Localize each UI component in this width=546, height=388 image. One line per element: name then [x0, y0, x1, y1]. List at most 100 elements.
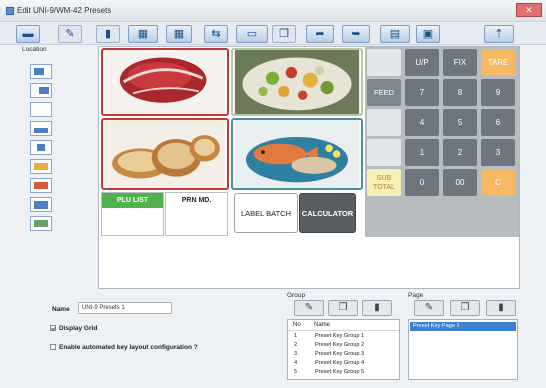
fix-key[interactable]: FIX	[443, 49, 477, 76]
preview-button[interactable]: ▣	[416, 25, 440, 43]
location-center-button[interactable]	[30, 140, 52, 155]
save-icon: ▬	[22, 28, 34, 40]
new-document-icon: ❐	[338, 302, 348, 313]
upload-button[interactable]: ⇡	[484, 25, 514, 43]
location-fill-button[interactable]	[30, 197, 52, 212]
location-fill-icon	[34, 201, 48, 209]
feed-key[interactable]: FEED	[367, 79, 401, 106]
location-image-top-button[interactable]	[30, 159, 52, 174]
numpad-key-0[interactable]: 0	[405, 169, 439, 196]
import-arrow-icon: ➥	[351, 28, 361, 40]
group-list[interactable]: No Name 1 Preset Key Group 1 2 Preset Key …	[287, 319, 400, 380]
location-image-bottom-icon	[34, 182, 48, 189]
numpad-key-2[interactable]: 2	[443, 139, 477, 166]
preset-keyboard-preview: PLU LIST PRN MD. LABEL BATCH CALCULATOR …	[98, 46, 520, 289]
page-add-button[interactable]: ❐	[450, 300, 480, 316]
auto-layout-checkbox[interactable]	[50, 344, 56, 351]
table-icon: ▤	[389, 28, 401, 40]
label-batch-key[interactable]: LABEL BATCH	[234, 193, 298, 233]
group-row[interactable]: 3 Preset Key Group 3	[288, 350, 399, 359]
group-row[interactable]: 4 Preset Key Group 4	[288, 359, 399, 368]
bread-image	[104, 120, 226, 188]
delete-button[interactable]: ▮	[96, 25, 120, 43]
page-edit-button[interactable]: ✎	[414, 300, 444, 316]
group-row[interactable]: 1 Preset Key Group 1	[288, 332, 399, 341]
numpad-blank-key-3[interactable]	[367, 139, 401, 166]
export-button[interactable]: ➦	[306, 25, 334, 43]
salad-image	[234, 50, 360, 114]
key-properties-button[interactable]: ▦	[128, 25, 158, 43]
unit-price-key[interactable]: U/P	[405, 49, 439, 76]
edit-icon: ✎	[65, 28, 75, 40]
merge-keys-button[interactable]: ⇆	[204, 25, 228, 43]
numpad-key-1[interactable]: 1	[405, 139, 439, 166]
location-stretch-button[interactable]	[30, 216, 52, 231]
name-label: Name	[52, 306, 70, 313]
numpad-key-6[interactable]: 6	[481, 109, 515, 136]
page-delete-button[interactable]: ▮	[486, 300, 516, 316]
numpad-key-8[interactable]: 8	[443, 79, 477, 106]
location-blank-button[interactable]	[30, 102, 52, 117]
group-row-name: Preset Key Group 4	[315, 360, 365, 366]
group-row[interactable]: 2 Preset Key Group 2	[288, 341, 399, 350]
display-grid-label: Display Grid	[59, 325, 98, 332]
group-edit-button[interactable]: ✎	[294, 300, 324, 316]
location-stretch-icon	[34, 220, 48, 227]
tare-key[interactable]: TARE	[481, 49, 515, 76]
upload-icon: ⇡	[494, 28, 504, 40]
sub-total-label-line1: SUB	[376, 175, 392, 182]
location-top-right-button[interactable]	[30, 83, 52, 98]
display-grid-checkbox[interactable]	[50, 325, 56, 332]
numpad-blank-key-1[interactable]	[367, 49, 401, 76]
clear-key[interactable]: C	[481, 169, 515, 196]
numpad-key-9[interactable]: 9	[481, 79, 515, 106]
copy-icon: ❐	[279, 28, 289, 40]
location-image-bottom-button[interactable]	[30, 178, 52, 193]
group-col-name: Name	[314, 322, 331, 328]
settings-area: Name UNI-9 Presets 1 Display Grid Enable…	[0, 292, 546, 388]
preset-key-steak[interactable]	[101, 48, 229, 116]
close-button[interactable]: ✕	[516, 3, 542, 17]
location-image-top-icon	[34, 163, 48, 170]
location-label: Location	[22, 46, 47, 53]
group-row-no: 3	[294, 351, 298, 357]
window-title: Edit UNI-9/WM-42 Presets	[17, 6, 112, 15]
auto-layout-checkbox-row[interactable]: Enable automated key layout configuratio…	[50, 344, 198, 351]
preview-icon: ▣	[422, 28, 434, 40]
group-row-no: 2	[294, 342, 298, 348]
group-add-button[interactable]: ❐	[328, 300, 358, 316]
page-list[interactable]: Preset Key Page 1	[408, 319, 518, 380]
numpad-key-4[interactable]: 4	[405, 109, 439, 136]
numpad-key-3[interactable]: 3	[481, 139, 515, 166]
numpad-blank-key-2[interactable]	[367, 109, 401, 136]
import-button[interactable]: ➥	[342, 25, 370, 43]
table-view-button[interactable]: ▤	[380, 25, 410, 43]
display-grid-checkbox-row[interactable]: Display Grid	[50, 325, 97, 332]
layout-icon: ▭	[246, 28, 258, 40]
numpad-key-7[interactable]: 7	[405, 79, 439, 106]
sub-total-label-line2: TOTAL	[373, 184, 395, 191]
group-delete-button[interactable]: ▮	[362, 300, 392, 316]
numpad-key-00[interactable]: 00	[443, 169, 477, 196]
numpad-key-5[interactable]: 5	[443, 109, 477, 136]
grid-button[interactable]: ▦	[166, 25, 192, 43]
location-panel: Location	[18, 46, 62, 296]
layout-button[interactable]: ▭	[236, 25, 268, 43]
edit-button[interactable]: ✎	[58, 25, 82, 43]
plu-list-key[interactable]: PLU LIST	[101, 192, 164, 236]
group-row[interactable]: 5 Preset Key Group 5	[288, 368, 399, 377]
save-button[interactable]: ▬	[16, 25, 40, 43]
calculator-key[interactable]: CALCULATOR	[299, 193, 356, 233]
preset-key-fish[interactable]	[231, 118, 363, 190]
toolbar: ▬ ✎ ▮ ▦ ▦ ⇆ ▭ ❐ ➦ ➥ ▤ ▣ ⇡	[0, 23, 546, 45]
location-top-left-icon	[34, 68, 44, 75]
location-bottom-button[interactable]	[30, 121, 52, 136]
sub-total-key[interactable]: SUB TOTAL	[367, 169, 401, 196]
name-input[interactable]: UNI-9 Presets 1	[78, 302, 172, 314]
preset-key-salad[interactable]	[231, 48, 363, 116]
copy-button[interactable]: ❐	[272, 25, 296, 43]
page-list-item-selected[interactable]: Preset Key Page 1	[410, 322, 516, 331]
prn-mode-key[interactable]: PRN MD.	[165, 192, 228, 236]
location-top-left-button[interactable]	[30, 64, 52, 79]
preset-key-bread[interactable]	[101, 118, 229, 190]
